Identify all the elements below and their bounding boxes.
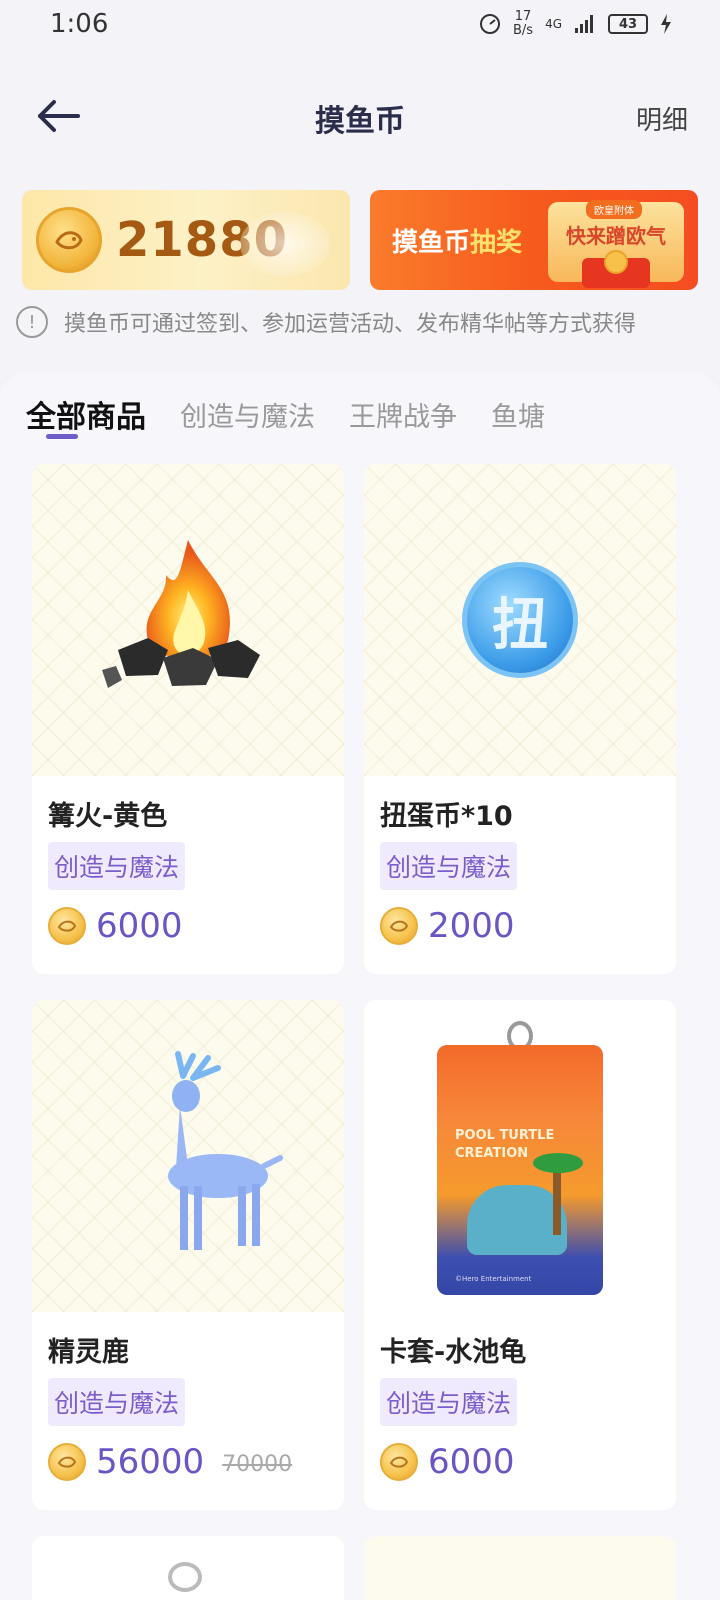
product-image <box>32 1000 344 1312</box>
product-price: 2000 <box>428 906 515 946</box>
product-image <box>32 464 344 776</box>
product-card[interactable]: 扭 扭蛋币*10 创造与魔法 2000 <box>364 464 676 974</box>
product-tag: 创造与魔法 <box>48 1378 186 1426</box>
lottery-tag: 欧皇附体 <box>586 200 642 219</box>
product-panel: 全部商品 创造与魔法 王牌战争 鱼塘 篝火-黄色 创造与魔法 6000 扭 扭蛋… <box>0 372 720 1600</box>
product-price: 6000 <box>428 1442 515 1482</box>
detail-link[interactable]: 明细 <box>636 100 688 137</box>
active-tab-indicator <box>46 434 78 439</box>
balance-card: 21880 <box>22 190 350 290</box>
price-row: 6000 <box>380 1442 515 1482</box>
fish-coin-icon <box>48 1443 86 1481</box>
category-tabs: 全部商品 创造与魔法 王牌战争 鱼塘 <box>26 384 579 444</box>
product-image: POOL TURTLE CREATION ©Hero Entertainment <box>364 1000 676 1312</box>
network-type: 4G <box>545 17 562 31</box>
signal-icon <box>575 15 593 33</box>
earn-notice: ! 摸鱼币可通过签到、参加运营活动、发布精华帖等方式获得 <box>16 302 706 342</box>
product-name: 扭蛋币*10 <box>380 801 513 832</box>
tab-creation-magic[interactable]: 创造与魔法 <box>180 395 315 434</box>
price-row: 56000 70000 <box>48 1442 292 1482</box>
product-price: 6000 <box>96 906 183 946</box>
campfire-icon <box>102 540 260 688</box>
speed-gauge-icon <box>479 14 500 34</box>
price-row: 2000 <box>380 906 515 946</box>
tab-fish-pond[interactable]: 鱼塘 <box>491 395 545 434</box>
keyring-icon <box>168 1562 202 1592</box>
lottery-banner[interactable]: 摸鱼币抽奖 欧皇附体 快来蹭欧气 <box>370 190 698 290</box>
tab-all[interactable]: 全部商品 <box>26 392 146 436</box>
battery-icon: 43 <box>608 14 648 34</box>
product-card-partial[interactable] <box>32 1536 344 1600</box>
battery-level: 43 <box>618 16 638 32</box>
gacha-coin-icon: 扭 <box>462 562 578 678</box>
coin-decoration <box>240 212 330 276</box>
product-name: 篝火-黄色 <box>48 801 168 832</box>
original-price: 70000 <box>222 1451 293 1477</box>
product-name: 精灵鹿 <box>48 1337 129 1368</box>
product-card[interactable]: POOL TURTLE CREATION ©Hero Entertainment… <box>364 1000 676 1510</box>
speed-unit: B/s <box>512 23 534 38</box>
product-tag: 创造与魔法 <box>48 842 186 890</box>
info-icon: ! <box>16 306 48 338</box>
status-time: 1:06 <box>50 9 109 39</box>
red-envelope-icon <box>582 250 650 288</box>
product-price: 56000 <box>96 1442 205 1482</box>
product-tag: 创造与魔法 <box>380 842 518 890</box>
status-icons: 17 B/s 4G 43 <box>479 10 672 38</box>
product-card[interactable]: 精灵鹿 创造与魔法 56000 70000 <box>32 1000 344 1510</box>
spirit-deer-icon <box>168 1051 283 1250</box>
card-holder-footer: ©Hero Entertainment <box>455 1275 532 1283</box>
lottery-subtitle: 快来蹭欧气 <box>566 224 666 248</box>
page-title: 摸鱼币 <box>315 104 405 139</box>
fish-coin-icon <box>380 1443 418 1481</box>
fish-coin-icon <box>380 907 418 945</box>
product-tag: 创造与魔法 <box>380 1378 518 1426</box>
top-nav: 摸鱼币 明细 <box>0 80 720 156</box>
status-bar: 1:06 17 B/s 4G 43 <box>0 0 720 48</box>
fish-coin-icon <box>48 907 86 945</box>
network-speed: 17 B/s <box>513 10 533 38</box>
lottery-title: 摸鱼币抽奖 <box>392 222 522 259</box>
product-card-partial[interactable] <box>364 1536 676 1600</box>
product-name: 卡套-水池龟 <box>380 1337 527 1368</box>
notice-text: 摸鱼币可通过签到、参加运营活动、发布精华帖等方式获得 <box>64 312 637 337</box>
card-holder-icon: POOL TURTLE CREATION ©Hero Entertainment <box>437 1021 603 1295</box>
price-row: 6000 <box>48 906 183 946</box>
tab-ace-war[interactable]: 王牌战争 <box>349 395 457 434</box>
charging-icon <box>661 14 671 34</box>
lottery-title-main: 摸鱼币 <box>392 227 471 258</box>
product-image: 扭 <box>364 464 676 776</box>
product-card[interactable]: 篝火-黄色 创造与魔法 6000 <box>32 464 344 974</box>
banner-row: 21880 摸鱼币抽奖 欧皇附体 快来蹭欧气 <box>22 190 698 290</box>
back-arrow-icon[interactable] <box>34 96 82 136</box>
gacha-coin-char: 扭 <box>492 592 548 658</box>
speed-value: 17 <box>514 9 532 24</box>
fish-coin-icon <box>36 207 102 273</box>
lottery-box: 欧皇附体 快来蹭欧气 <box>548 200 684 288</box>
lottery-title-highlight: 抽奖 <box>470 227 523 258</box>
